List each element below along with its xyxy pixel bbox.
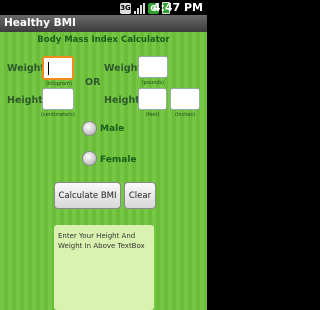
signal-icon [134, 2, 145, 14]
text-cursor [48, 62, 49, 75]
status-bar: 3G G 4:47 PM [0, 0, 207, 15]
feet-unit: (feet) [145, 112, 160, 118]
result-panel: Enter Your Height And Weight In Above Te… [54, 225, 154, 310]
height-cm-input[interactable] [42, 88, 74, 112]
female-label[interactable]: Female [100, 155, 137, 165]
weight-label-right: Weight [104, 63, 142, 74]
weight-kg-input[interactable] [42, 56, 74, 81]
height-label-left: Height [7, 95, 43, 106]
inches-unit: (inches) [174, 112, 196, 118]
height-cm-field[interactable] [43, 91, 73, 112]
app-title: Healthy BMI [0, 15, 207, 32]
height-in-input[interactable] [170, 88, 200, 112]
3g-icon: 3G [120, 2, 131, 14]
clear-button[interactable]: Clear [124, 182, 156, 209]
main-content: Body Mass Index Calculator Weight (kilog… [0, 32, 207, 310]
male-radio[interactable] [82, 121, 97, 136]
height-ft-input[interactable] [138, 88, 167, 112]
female-radio[interactable] [82, 151, 97, 166]
kilogram-unit: (kilogram) [46, 81, 72, 87]
height-label-right: Height [104, 95, 140, 106]
or-label: OR [85, 77, 101, 88]
status-time: 4:47 PM [152, 1, 203, 14]
pounds-unit: (pounds) [141, 80, 165, 86]
result-text: Enter Your Height And Weight In Above Te… [58, 232, 145, 250]
weight-label-left: Weight [7, 63, 45, 74]
centimeters-unit: (centimeters) [41, 112, 75, 118]
page-heading: Body Mass Index Calculator [37, 35, 170, 45]
weight-lb-field[interactable] [139, 59, 167, 80]
height-ft-field[interactable] [139, 91, 166, 112]
calculate-bmi-button[interactable]: Calculate BMI [54, 182, 121, 209]
height-in-field[interactable] [171, 91, 199, 112]
male-label[interactable]: Male [100, 124, 124, 134]
weight-lb-input[interactable] [138, 56, 168, 80]
